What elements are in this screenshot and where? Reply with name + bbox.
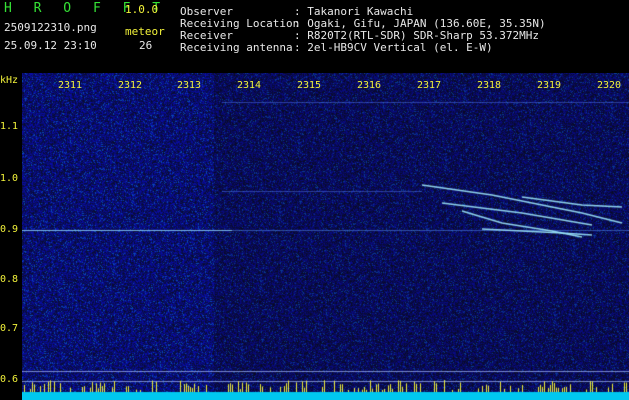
- spectrogram-plot: [22, 73, 629, 400]
- y-tick-label: 1.0: [0, 173, 19, 184]
- y-tick-label: 0.9: [0, 224, 19, 235]
- y-tick-label: 0.6: [0, 374, 19, 385]
- meteor-count: 26: [139, 39, 153, 52]
- x-tick-label: 2315: [297, 80, 322, 91]
- x-tick-label: 2316: [357, 80, 382, 91]
- antenna-label: Receiving antenna: [180, 41, 293, 54]
- y-axis-unit: kHz: [0, 75, 19, 86]
- capture-datetime: 25.09.12 23:10: [4, 39, 97, 52]
- x-tick-label: 2311: [58, 80, 83, 91]
- x-tick-label: 2313: [177, 80, 202, 91]
- x-tick-label: 2320: [597, 80, 622, 91]
- y-tick-label: 0.8: [0, 274, 19, 285]
- y-tick-label: 1.1: [0, 121, 19, 132]
- x-tick-label: 2317: [417, 80, 442, 91]
- y-axis: kHz 1.1 1.0 0.9 0.8 0.7 0.6: [0, 73, 22, 400]
- meteor-label: meteor: [125, 25, 165, 38]
- x-tick-label: 2314: [237, 80, 262, 91]
- y-tick-label: 0.7: [0, 323, 19, 334]
- antenna-value: : 2el-HB9CV Vertical (el. E-W): [294, 41, 493, 54]
- x-tick-label: 2318: [477, 80, 502, 91]
- x-tick-label: 2319: [537, 80, 562, 91]
- app-version: 1.0.0: [125, 3, 159, 16]
- x-tick-label: 2312: [118, 80, 143, 91]
- header-panel: H R O F F T 1.0.0 2509122310.png meteor …: [0, 0, 629, 73]
- image-filename: 2509122310.png: [4, 21, 97, 34]
